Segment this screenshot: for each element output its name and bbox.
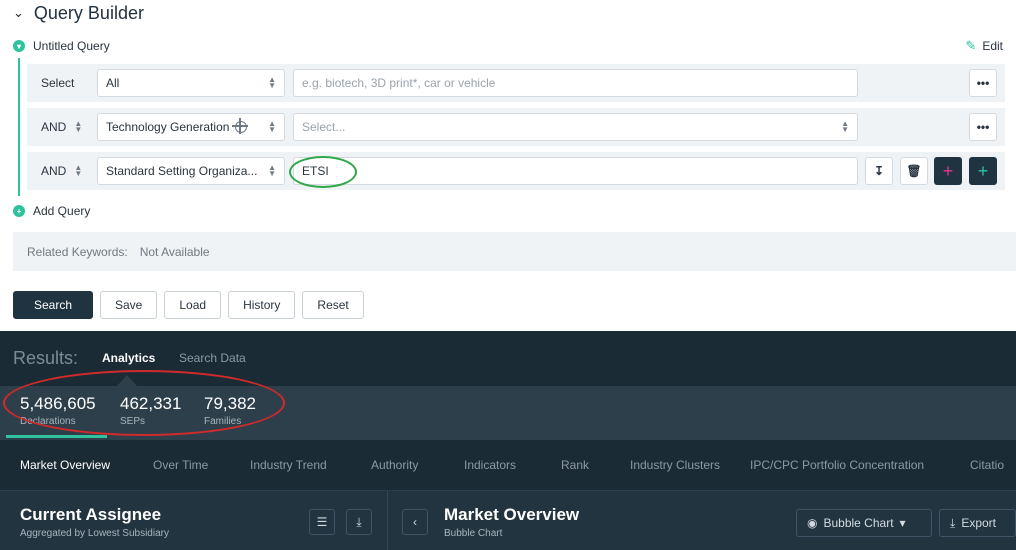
download-icon: ⤓ xyxy=(950,515,956,530)
add-row-button[interactable]: + xyxy=(969,157,997,185)
filter-icon[interactable]: ☰ xyxy=(309,509,335,535)
stat-families[interactable]: 79,382 Families xyxy=(204,394,256,427)
operator-select[interactable]: AND ▲ ▼ xyxy=(27,119,97,135)
results-bar: Results: Analytics Search Data xyxy=(0,331,1016,386)
stat-seps[interactable]: 462,331 SEPs xyxy=(120,394,181,427)
analytics-subtabs: Market Overview Over Time Industry Trend… xyxy=(0,440,1016,490)
stat-declarations[interactable]: 5,486,605 Declarations xyxy=(20,394,96,427)
field-select[interactable]: Standard Setting Organiza... ▲ ▼ xyxy=(97,157,285,185)
related-keywords-value: Not Available xyxy=(139,244,210,259)
history-button[interactable]: History xyxy=(228,291,296,319)
query-builder-title: Query Builder xyxy=(33,2,144,23)
operator-select[interactable]: AND ▲ ▼ xyxy=(27,163,97,179)
add-query-button[interactable]: + Add Query xyxy=(13,204,90,218)
operator-label: Select xyxy=(41,76,75,90)
subtab-market-overview[interactable]: Market Overview xyxy=(20,458,110,472)
plus-circle-icon: + xyxy=(13,205,25,217)
query-row: Select All ▲ ▼ e.g. biotech, 3D print*, c… xyxy=(27,64,1005,102)
tab-search-data[interactable]: Search Data xyxy=(179,351,246,365)
subtab-indicators[interactable]: Indicators xyxy=(464,458,516,472)
current-assignee-subtitle: Aggregated by Lowest Subsidiary xyxy=(20,528,169,539)
sort-arrows-icon: ▲ ▼ xyxy=(841,119,849,134)
subtab-rank[interactable]: Rank xyxy=(561,458,589,472)
reset-button[interactable]: Reset xyxy=(302,291,364,319)
panel-headers: Current Assignee Aggregated by Lowest Su… xyxy=(0,490,1016,550)
subtab-over-time[interactable]: Over Time xyxy=(153,458,208,472)
sort-arrows-icon: ▲ ▼ xyxy=(268,75,276,90)
bubble-chart-icon: ◉ xyxy=(807,516,818,530)
sort-arrows-icon: ▲ ▼ xyxy=(74,119,83,134)
active-stat-underline xyxy=(6,435,107,438)
subtab-authority[interactable]: Authority xyxy=(371,458,418,472)
query-row: AND ▲ ▼ Technology Generation ▲ ▼ Select..… xyxy=(27,108,1005,146)
sort-arrows-icon: ▲ ▼ xyxy=(268,119,276,134)
sort-arrows-icon: ▲ ▼ xyxy=(268,163,276,178)
current-assignee-title: Current Assignee xyxy=(20,505,162,524)
query-group-line xyxy=(18,58,20,196)
add-query-label: Add Query xyxy=(33,204,91,218)
search-button[interactable]: Search xyxy=(13,291,93,319)
save-query-icon[interactable]: ↧ xyxy=(865,157,893,185)
results-label: Results: xyxy=(13,348,79,368)
active-tab-caret xyxy=(117,375,137,386)
query-row: AND ▲ ▼ Standard Setting Organiza... ▲ ▼ E… xyxy=(27,152,1005,190)
crosshair-icon[interactable] xyxy=(232,118,249,134)
market-overview-title: Market Overview xyxy=(444,505,580,524)
results-section: Results: Analytics Search Data 5,486,605… xyxy=(0,331,1016,550)
value-select[interactable]: Select... ▲ ▼ xyxy=(293,113,858,141)
add-not-button[interactable]: + xyxy=(934,157,962,185)
subtab-industry-trend[interactable]: Industry Trend xyxy=(250,458,327,472)
field-select[interactable]: Technology Generation ▲ ▼ xyxy=(97,113,285,141)
panel-divider xyxy=(387,491,388,550)
load-button[interactable]: Load xyxy=(164,291,222,319)
save-button[interactable]: Save xyxy=(100,291,158,319)
query-name: Untitled Query xyxy=(33,39,110,53)
subtab-ipc-cpc[interactable]: IPC/CPC Portfolio Concentration xyxy=(750,458,924,472)
keyword-input[interactable]: e.g. biotech, 3D print*, car or vehicle xyxy=(293,69,858,97)
field-select[interactable]: All ▲ ▼ xyxy=(97,69,285,97)
collapse-icon[interactable]: ▾ xyxy=(13,40,25,52)
subtab-citation[interactable]: Citatio xyxy=(970,458,1004,472)
related-keywords-bar: Related Keywords: Not Available xyxy=(13,232,1016,271)
tab-analytics[interactable]: Analytics xyxy=(102,351,155,365)
query-builder-header[interactable]: ⌄ Query Builder xyxy=(13,2,144,24)
related-keywords-label: Related Keywords: xyxy=(27,244,128,259)
pencil-icon: ✎ xyxy=(965,38,977,53)
stats-bar: 5,486,605 Declarations 462,331 SEPs 79,3… xyxy=(0,386,1016,440)
edit-button[interactable]: ✎ Edit xyxy=(965,38,1003,54)
sort-arrows-icon: ▲ ▼ xyxy=(74,163,83,178)
more-options-button[interactable]: ••• xyxy=(969,69,997,97)
market-overview-subtitle: Bubble Chart xyxy=(444,528,503,539)
caret-down-icon: ▾ xyxy=(899,516,906,530)
chevron-down-icon[interactable]: ⌄ xyxy=(13,5,24,21)
edit-label: Edit xyxy=(982,39,1003,53)
trash-icon[interactable]: 🗑 xyxy=(900,157,928,185)
subtab-industry-clusters[interactable]: Industry Clusters xyxy=(630,458,720,472)
untitled-query-row: ▾ Untitled Query ✎ Edit xyxy=(13,37,1003,55)
more-options-button[interactable]: ••• xyxy=(969,113,997,141)
value-input[interactable]: ETSI xyxy=(293,157,858,185)
chart-type-dropdown[interactable]: ◉ Bubble Chart ▾ xyxy=(796,509,932,537)
chevron-left-icon[interactable]: ‹ xyxy=(402,509,428,535)
query-actions: Search Save Load History Reset xyxy=(13,291,364,319)
download-icon[interactable]: ⤓ xyxy=(346,509,372,535)
export-button[interactable]: ⤓ Export xyxy=(939,509,1016,537)
